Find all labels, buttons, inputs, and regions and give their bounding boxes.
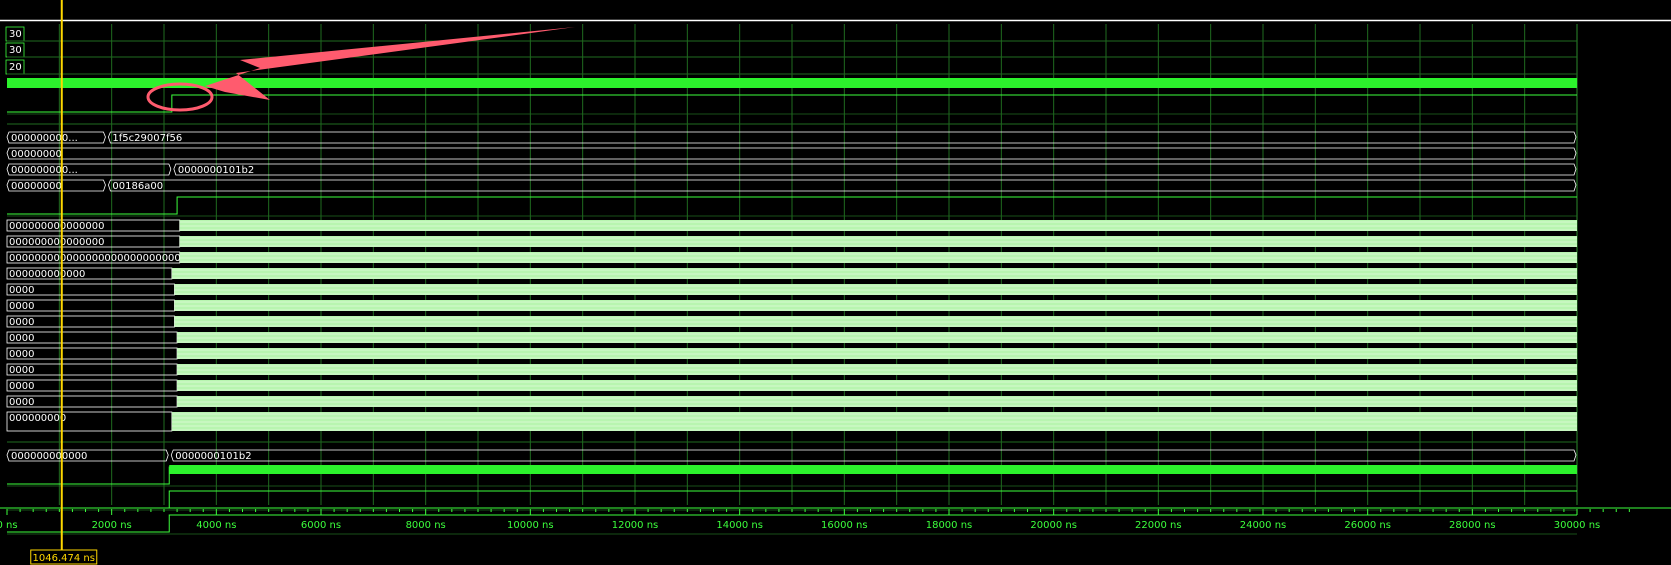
axis-tick-label: 6000 ns: [301, 520, 341, 531]
signal-bus-dense: [171, 412, 1578, 431]
signal-bus-value: 000000000000000000000000000...: [9, 253, 190, 264]
signal-bus-value: 0000: [9, 333, 34, 344]
signal-bus-value: 000000000000000: [9, 221, 104, 232]
signal-bus-value: 000000000...: [11, 133, 78, 144]
signal-bus-value: 000000000: [9, 413, 66, 424]
signal-step-bus-fill: [169, 465, 1577, 474]
signal-bus-dense: [179, 220, 1578, 231]
signal-bus-value: 0000: [9, 285, 34, 296]
axis-tick-label: 28000 ns: [1449, 520, 1496, 531]
signal-bus-dense: [179, 252, 1578, 263]
signal-bus-value: 000000000...: [11, 165, 78, 176]
signal-bus-dense: [179, 236, 1578, 247]
axis-tick-label: 30000 ns: [1554, 520, 1601, 531]
signal-bus-value: 0000: [9, 365, 34, 376]
signal-bus-dense: [177, 332, 1577, 343]
signal-bus-value: 000000000000: [11, 451, 87, 462]
signal-bus-value: 00000000: [11, 181, 62, 192]
axis-tick-label: 8000 ns: [406, 520, 446, 531]
signal-bus-value: 1f5c29007f56: [112, 133, 182, 144]
axis-tick-label: 16000 ns: [821, 520, 868, 531]
signal-bus-value: 0000: [9, 317, 34, 328]
signal-bus-value: 000000000000000: [9, 237, 104, 248]
signal-bus-dense: [177, 348, 1577, 359]
signal-bus-value: 0000: [9, 381, 34, 392]
axis-tick-label: 4000 ns: [196, 520, 236, 531]
axis-tick-label: 0 ns: [0, 520, 18, 531]
signal-bus-dense: [171, 268, 1578, 279]
analog-label: 30: [9, 45, 22, 56]
signal-bus-dense: [174, 300, 1577, 311]
signal-bus-dense: [177, 380, 1577, 391]
cursor-time-label: 1046.474 ns: [33, 553, 95, 564]
axis-tick-label: 10000 ns: [507, 520, 554, 531]
signal-bus-value: 0000: [9, 301, 34, 312]
signal-bus-value: 00000000: [11, 149, 62, 160]
signal-bus-value: 0000: [9, 397, 34, 408]
top-toolbar-strip: [0, 0, 1671, 20]
axis-tick-label: 26000 ns: [1344, 520, 1391, 531]
signal-bus-value: 0000000101b2: [178, 165, 254, 176]
analog-label: 20: [9, 62, 22, 73]
signal-bus-dense: [174, 284, 1577, 295]
signal-bus-value: 0000000101b2: [175, 451, 251, 462]
axis-tick-label: 18000 ns: [926, 520, 973, 531]
analog-label: 30: [9, 29, 22, 40]
axis-tick-label: 14000 ns: [716, 520, 763, 531]
axis-tick-label: 12000 ns: [612, 520, 659, 531]
axis-tick-label: 24000 ns: [1240, 520, 1287, 531]
signal-bus-dense: [177, 396, 1577, 407]
axis-tick-label: 22000 ns: [1135, 520, 1182, 531]
signal-bus-dense: [174, 316, 1577, 327]
signal-bus-value: 00186a00: [112, 181, 163, 192]
axis-tick-label: 2000 ns: [92, 520, 132, 531]
signal-bus-dense: [177, 364, 1577, 375]
signal-bus-value: 0000: [9, 349, 34, 360]
waveform-viewer[interactable]: 303020000000000... 1f5c29007f560000000000…: [0, 0, 1671, 565]
signal-bus-value: 000000000000: [9, 269, 85, 280]
axis-tick-label: 20000 ns: [1030, 520, 1077, 531]
